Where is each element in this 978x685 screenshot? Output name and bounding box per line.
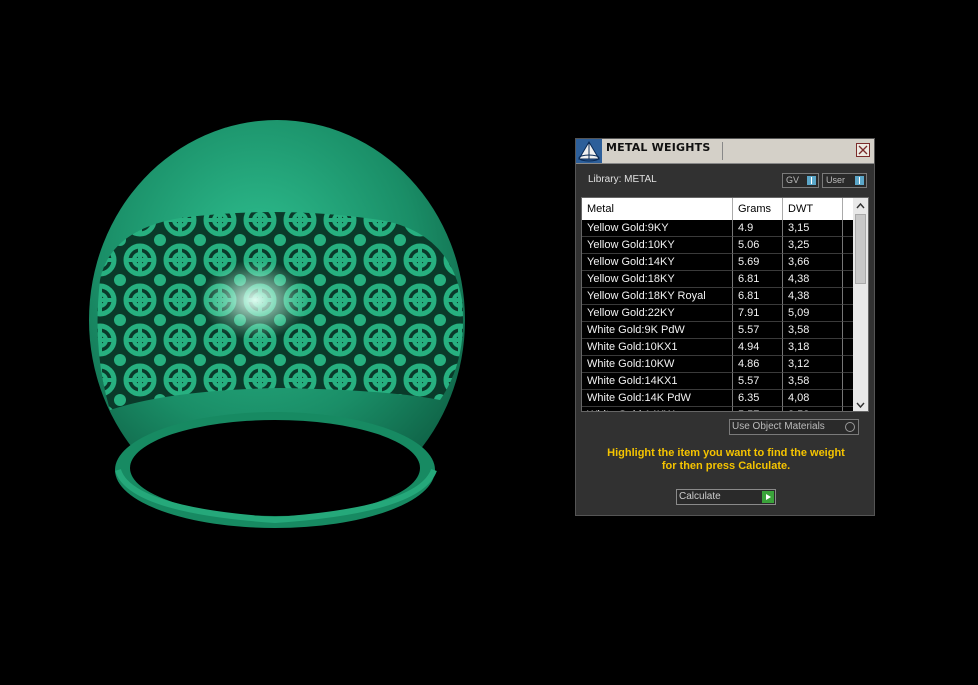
table-row[interactable]: Yellow Gold:9KY 4.9 3,15 [582, 220, 854, 237]
cell-metal: White Gold:10KW [582, 356, 733, 373]
3d-viewport[interactable] [0, 0, 560, 685]
cell-dwt: 4,08 [783, 390, 843, 407]
cell-metal: Yellow Gold:18KY Royal [582, 288, 733, 305]
table-header: Metal Grams DWT [582, 198, 854, 220]
cell-metal: Yellow Gold:22KY [582, 305, 733, 322]
cell-grams: 5.57 [733, 373, 783, 390]
cell-metal: White Gold:14K PdW [582, 390, 733, 407]
cell-metal: Yellow Gold:10KY [582, 237, 733, 254]
close-button[interactable] [856, 143, 870, 157]
cell-grams: 4.9 [733, 220, 783, 237]
app-logo-icon [576, 139, 602, 163]
instruction-line-2: for then press Calculate. [661, 460, 791, 472]
table-row[interactable]: Yellow Gold:18KY Royal 6.81 4,38 [582, 288, 854, 305]
cell-dwt: 4,38 [783, 288, 843, 305]
column-header-grams[interactable]: Grams [733, 198, 783, 220]
cell-grams: 5.69 [733, 254, 783, 271]
cell-metal: White Gold:9K PdW [582, 322, 733, 339]
table-row[interactable]: Yellow Gold:14KY 5.69 3,66 [582, 254, 854, 271]
calculate-button[interactable]: Calculate [676, 489, 776, 505]
cell-grams: 6.35 [733, 390, 783, 407]
cell-dwt: 3,18 [783, 339, 843, 356]
close-icon [858, 145, 868, 155]
cell-dwt: 3,15 [783, 220, 843, 237]
toggle-switch-icon [855, 176, 864, 185]
radio-icon [845, 422, 855, 432]
calculate-label: Calculate [679, 491, 721, 502]
user-toggle[interactable]: User [822, 173, 867, 188]
cell-grams: 5.57 [733, 407, 783, 411]
cell-metal: Yellow Gold:18KY [582, 271, 733, 288]
table-row[interactable]: Yellow Gold:10KY 5.06 3,25 [582, 237, 854, 254]
table-row[interactable]: White Gold:10KX1 4.94 3,18 [582, 339, 854, 356]
metal-weights-panel: METAL WEIGHTS Library: METAL GV User Met… [575, 138, 875, 516]
user-toggle-label: User [826, 175, 846, 185]
table-row[interactable]: Yellow Gold:22KY 7.91 5,09 [582, 305, 854, 322]
scroll-up-button[interactable] [853, 198, 868, 212]
cell-dwt: 3,58 [783, 322, 843, 339]
instruction-line-1: Highlight the item you want to find the … [607, 447, 845, 459]
table-row[interactable]: White Gold:9K PdW 5.57 3,58 [582, 322, 854, 339]
cell-dwt: 5,09 [783, 305, 843, 322]
cell-dwt: 3,12 [783, 356, 843, 373]
cell-metal: Yellow Gold:9KY [582, 220, 733, 237]
column-header-metal[interactable]: Metal [582, 198, 733, 220]
table-row[interactable]: White Gold:14KW5.573,58 [582, 407, 854, 411]
table-row[interactable]: White Gold:14KX1 5.57 3,58 [582, 373, 854, 390]
cell-grams: 7.91 [733, 305, 783, 322]
cell-metal: White Gold:14KX1 [582, 373, 733, 390]
cell-metal: Yellow Gold:14KY [582, 254, 733, 271]
scroll-down-button[interactable] [853, 397, 868, 411]
cell-dwt: 3,66 [783, 254, 843, 271]
play-icon [762, 491, 774, 503]
table-row[interactable]: Yellow Gold:18KY 6.81 4,38 [582, 271, 854, 288]
cell-dwt: 3,58 [783, 407, 843, 411]
use-object-materials-label: Use Object Materials [732, 421, 825, 432]
panel-title: METAL WEIGHTS [606, 141, 711, 154]
cell-grams: 5.57 [733, 322, 783, 339]
use-object-materials-toggle[interactable]: Use Object Materials [729, 419, 859, 435]
table-row[interactable]: White Gold:10KW 4.86 3,12 [582, 356, 854, 373]
toggle-switch-icon [807, 176, 816, 185]
chevron-up-icon [856, 202, 865, 209]
cell-grams: 6.81 [733, 271, 783, 288]
table-scrollbar[interactable] [853, 198, 868, 411]
instruction-text: Highlight the item you want to find the … [586, 447, 866, 473]
cell-dwt: 3,25 [783, 237, 843, 254]
cell-dwt: 4,38 [783, 271, 843, 288]
cell-dwt: 3,58 [783, 373, 843, 390]
ring-model [89, 120, 465, 528]
cell-metal: White Gold:10KX1 [582, 339, 733, 356]
gv-toggle[interactable]: GV [782, 173, 819, 188]
cell-metal: White Gold:14KW [582, 407, 733, 411]
metal-table[interactable]: Metal Grams DWT Yellow Gold:9KY 4.9 3,15 Ye… [581, 197, 869, 412]
cell-grams: 6.81 [733, 288, 783, 305]
library-label: Library: METAL [588, 174, 657, 185]
column-header-dwt[interactable]: DWT [783, 198, 843, 220]
cell-grams: 5.06 [733, 237, 783, 254]
chevron-down-icon [856, 402, 865, 409]
table-row[interactable]: White Gold:14K PdW 6.35 4,08 [582, 390, 854, 407]
cell-grams: 4.86 [733, 356, 783, 373]
scroll-thumb[interactable] [855, 214, 866, 284]
title-bar[interactable]: METAL WEIGHTS [576, 139, 874, 164]
title-divider [722, 142, 723, 160]
cell-grams: 4.94 [733, 339, 783, 356]
gv-toggle-label: GV [786, 175, 800, 185]
